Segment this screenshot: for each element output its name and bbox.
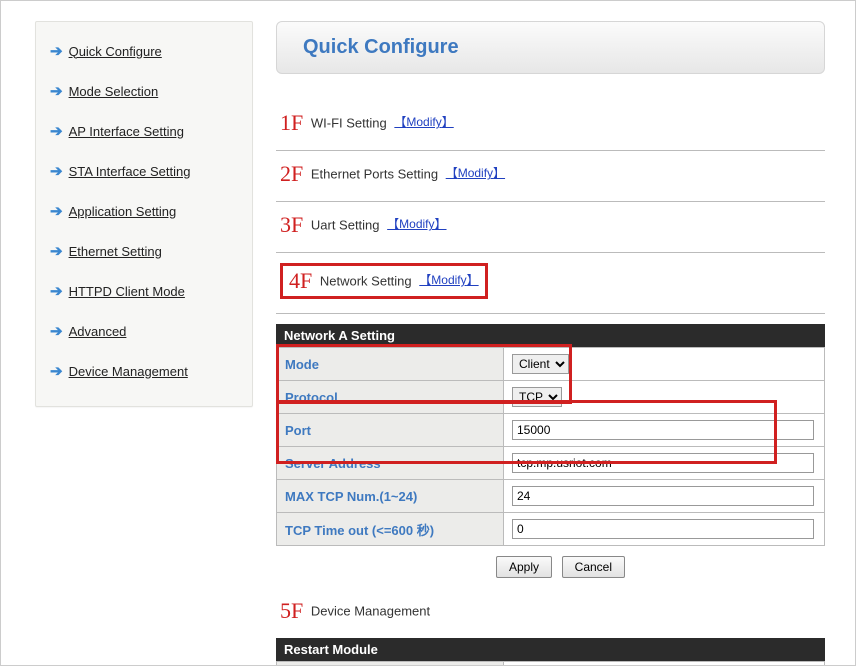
arrow-right-icon: ➔ [50, 242, 63, 260]
page-title: Quick Configure [303, 36, 798, 59]
sidebar-item-sta-interface[interactable]: ➔ STA Interface Setting [46, 154, 242, 194]
sidebar-item-device-management[interactable]: ➔ Device Management [46, 354, 242, 394]
section-network-setting: 4F Network Setting 【Modify】 [276, 253, 825, 314]
label-tcp-timeout: TCP Time out (<=600 秒) [277, 513, 504, 546]
step-number: 2F [280, 161, 303, 187]
modify-text: Modify [431, 273, 466, 287]
highlight-box: 4F Network Setting 【Modify】 [280, 263, 488, 299]
label-mode: Mode [277, 348, 504, 381]
step-number: 4F [289, 268, 312, 294]
page-title-bar: Quick Configure [276, 21, 825, 74]
row-tcp-timeout: TCP Time out (<=600 秒) [277, 513, 825, 546]
arrow-right-icon: ➔ [50, 322, 63, 340]
section-wifi-setting: 1F WI-FI Setting 【Modify】 [276, 100, 825, 151]
protocol-select[interactable]: TCP [512, 387, 562, 407]
restart-block: Restart Module Restart Module Restart [276, 638, 825, 665]
modify-link-wifi[interactable]: 【Modify】 [394, 115, 453, 129]
arrow-right-icon: ➔ [50, 122, 63, 140]
sidebar-item-label: Ethernet Setting [69, 244, 162, 259]
sidebar-item-label: Quick Configure [69, 44, 162, 59]
restart-title: Restart Module [276, 638, 825, 661]
restart-table: Restart Module Restart [276, 661, 825, 665]
port-input[interactable] [512, 420, 814, 440]
arrow-right-icon: ➔ [50, 202, 63, 220]
sidebar-item-label: AP Interface Setting [69, 124, 184, 139]
step-number: 3F [280, 212, 303, 238]
arrow-right-icon: ➔ [50, 42, 63, 60]
section-ethernet-ports: 2F Ethernet Ports Setting 【Modify】 [276, 151, 825, 202]
row-restart: Restart Module Restart [277, 662, 825, 666]
sidebar-item-ethernet-setting[interactable]: ➔ Ethernet Setting [46, 234, 242, 274]
sidebar-item-label: HTTPD Client Mode [69, 284, 185, 299]
section-label: Network Setting [320, 274, 412, 289]
sidebar-item-application-setting[interactable]: ➔ Application Setting [46, 194, 242, 234]
sidebar-item-ap-interface[interactable]: ➔ AP Interface Setting [46, 114, 242, 154]
section-uart-setting: 3F Uart Setting 【Modify】 [276, 202, 825, 253]
sidebar-item-httpd-client-mode[interactable]: ➔ HTTPD Client Mode [46, 274, 242, 314]
sidebar-item-quick-configure[interactable]: ➔ Quick Configure [46, 34, 242, 74]
label-port: Port [277, 414, 504, 447]
row-server-address: Server Address [277, 447, 825, 480]
sidebar-item-label: Advanced [69, 324, 127, 339]
network-a-block: Network A Setting Mode Client Protocol T… [276, 324, 825, 546]
apply-button[interactable]: Apply [496, 556, 552, 578]
server-address-input[interactable] [512, 453, 814, 473]
arrow-right-icon: ➔ [50, 82, 63, 100]
sidebar-item-label: Application Setting [69, 204, 177, 219]
main-content: Quick Configure 1F WI-FI Setting 【Modify… [276, 21, 825, 665]
sidebar-item-label: Mode Selection [69, 84, 159, 99]
step-number: 1F [280, 110, 303, 136]
arrow-right-icon: ➔ [50, 162, 63, 180]
sidebar: ➔ Quick Configure ➔ Mode Selection ➔ AP … [35, 21, 253, 407]
section-label: Device Management [311, 604, 430, 619]
mode-select[interactable]: Client [512, 354, 569, 374]
arrow-right-icon: ➔ [50, 362, 63, 380]
row-max-tcp: MAX TCP Num.(1~24) [277, 480, 825, 513]
section-label: Uart Setting [311, 218, 380, 233]
label-server-address: Server Address [277, 447, 504, 480]
max-tcp-input[interactable] [512, 486, 814, 506]
sidebar-item-mode-selection[interactable]: ➔ Mode Selection [46, 74, 242, 114]
row-mode: Mode Client [277, 348, 825, 381]
label-restart: Restart Module [277, 662, 504, 666]
cancel-button[interactable]: Cancel [562, 556, 625, 578]
arrow-right-icon: ➔ [50, 282, 63, 300]
network-a-table: Mode Client Protocol TCP [276, 347, 825, 546]
step-number: 5F [280, 598, 303, 624]
section-label: Ethernet Ports Setting [311, 167, 438, 182]
tcp-timeout-input[interactable] [512, 519, 814, 539]
section-device-management: 5F Device Management [276, 588, 825, 638]
section-label: WI-FI Setting [311, 116, 387, 131]
modify-link-network[interactable]: 【Modify】 [419, 273, 478, 287]
sidebar-item-label: STA Interface Setting [69, 164, 191, 179]
sidebar-item-advanced[interactable]: ➔ Advanced [46, 314, 242, 354]
label-max-tcp: MAX TCP Num.(1~24) [277, 480, 504, 513]
modify-text: Modify [458, 166, 493, 180]
label-protocol: Protocol [277, 381, 504, 414]
network-a-title: Network A Setting [276, 324, 825, 347]
row-port: Port [277, 414, 825, 447]
apply-cancel-row: Apply Cancel [276, 546, 825, 588]
modify-text: Modify [399, 217, 434, 231]
modify-link-uart[interactable]: 【Modify】 [387, 217, 446, 231]
row-protocol: Protocol TCP [277, 381, 825, 414]
modify-text: Modify [406, 115, 441, 129]
sidebar-item-label: Device Management [69, 364, 188, 379]
modify-link-ethernet[interactable]: 【Modify】 [446, 166, 505, 180]
